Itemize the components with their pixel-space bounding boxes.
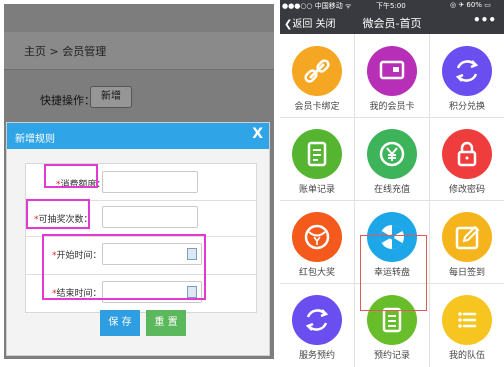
add-button[interactable]: 新增 (90, 86, 132, 108)
highlight-box (26, 199, 90, 229)
menu-tile-label: 会员卡绑定 (294, 102, 340, 112)
menu-tile[interactable]: 我的队伍 (430, 285, 504, 365)
menu-tile-label: 我的队伍 (448, 351, 485, 361)
link-icon (292, 46, 342, 96)
draws-input[interactable] (102, 206, 198, 228)
refresh-icon (292, 295, 342, 345)
exchange-icon (442, 46, 492, 96)
grid-divider (280, 117, 504, 118)
redpacket-icon (292, 212, 342, 262)
selected-tile-outline (360, 235, 427, 311)
menu-tile[interactable]: 服务预约 (280, 285, 354, 365)
grid-divider (280, 200, 504, 201)
menu-tile[interactable]: 积分兑换 (430, 36, 504, 116)
menu-tile-label: 每日签到 (448, 268, 485, 278)
menu-tile-label: 红包大奖 (298, 268, 335, 278)
menu-grid: 会员卡绑定 我的会员卡 积分兑换 账单记录 在线充值 修改密码 红包大奖 幸运转盘 每日签到 服务… (280, 34, 504, 367)
menu-tile[interactable]: 在线充值 (355, 119, 429, 199)
reset-button[interactable]: 重 置 (146, 310, 186, 336)
highlight-box (44, 164, 98, 188)
menu-icon (442, 295, 492, 345)
close-icon[interactable]: X (252, 126, 263, 142)
dialog-title: 新增规则 (15, 134, 55, 145)
nav-bar: ❮返回 关闭 微会员-首页 ••• (280, 10, 504, 34)
admin-panel: 主页 > 会员管理 快捷操作： 新增 新增规则 X *消费额度： *可抽奖次数：… (0, 0, 278, 367)
lock-icon (442, 129, 492, 179)
breadcrumb: 主页 > 会员管理 (24, 45, 107, 58)
menu-tile[interactable]: 我的会员卡 (355, 36, 429, 116)
phone-screen: ●●●○○ 中国移动 ᯤ 下午5:00 ◎ ✈ 60% ▭ ❮返回 关闭 微会员… (280, 0, 504, 367)
menu-tile[interactable]: 修改密码 (430, 119, 504, 199)
menu-tile-label: 我的会员卡 (369, 102, 415, 112)
save-button[interactable]: 保 存 (100, 310, 140, 336)
menu-tile[interactable]: 每日签到 (430, 202, 504, 282)
amount-input[interactable] (102, 171, 198, 193)
quick-actions-label: 快捷操作： (40, 94, 95, 107)
edit-icon (442, 212, 492, 262)
status-bar: ●●●○○ 中国移动 ᯤ 下午5:00 ◎ ✈ 60% ▭ (280, 0, 504, 10)
menu-tile-label: 修改密码 (448, 185, 485, 195)
card-icon (367, 46, 417, 96)
menu-tile-label: 在线充值 (373, 185, 410, 195)
battery-text: ◎ ✈ 60% ▭ (450, 1, 491, 9)
dialog-header: 新增规则 X (7, 123, 269, 149)
highlight-box (42, 234, 206, 300)
more-icon[interactable]: ••• (473, 13, 496, 27)
menu-tile[interactable]: 会员卡绑定 (280, 36, 354, 116)
menu-tile-label: 积分兑换 (448, 102, 485, 112)
menu-tile-label: 服务预约 (298, 351, 335, 361)
menu-tile[interactable]: 红包大奖 (280, 202, 354, 282)
bill-icon (292, 129, 342, 179)
menu-tile-label: 预约记录 (373, 351, 410, 361)
yen-icon (367, 129, 417, 179)
menu-tile[interactable]: 账单记录 (280, 119, 354, 199)
menu-tile-label: 账单记录 (298, 185, 335, 195)
page-title: 微会员-首页 (362, 17, 422, 30)
